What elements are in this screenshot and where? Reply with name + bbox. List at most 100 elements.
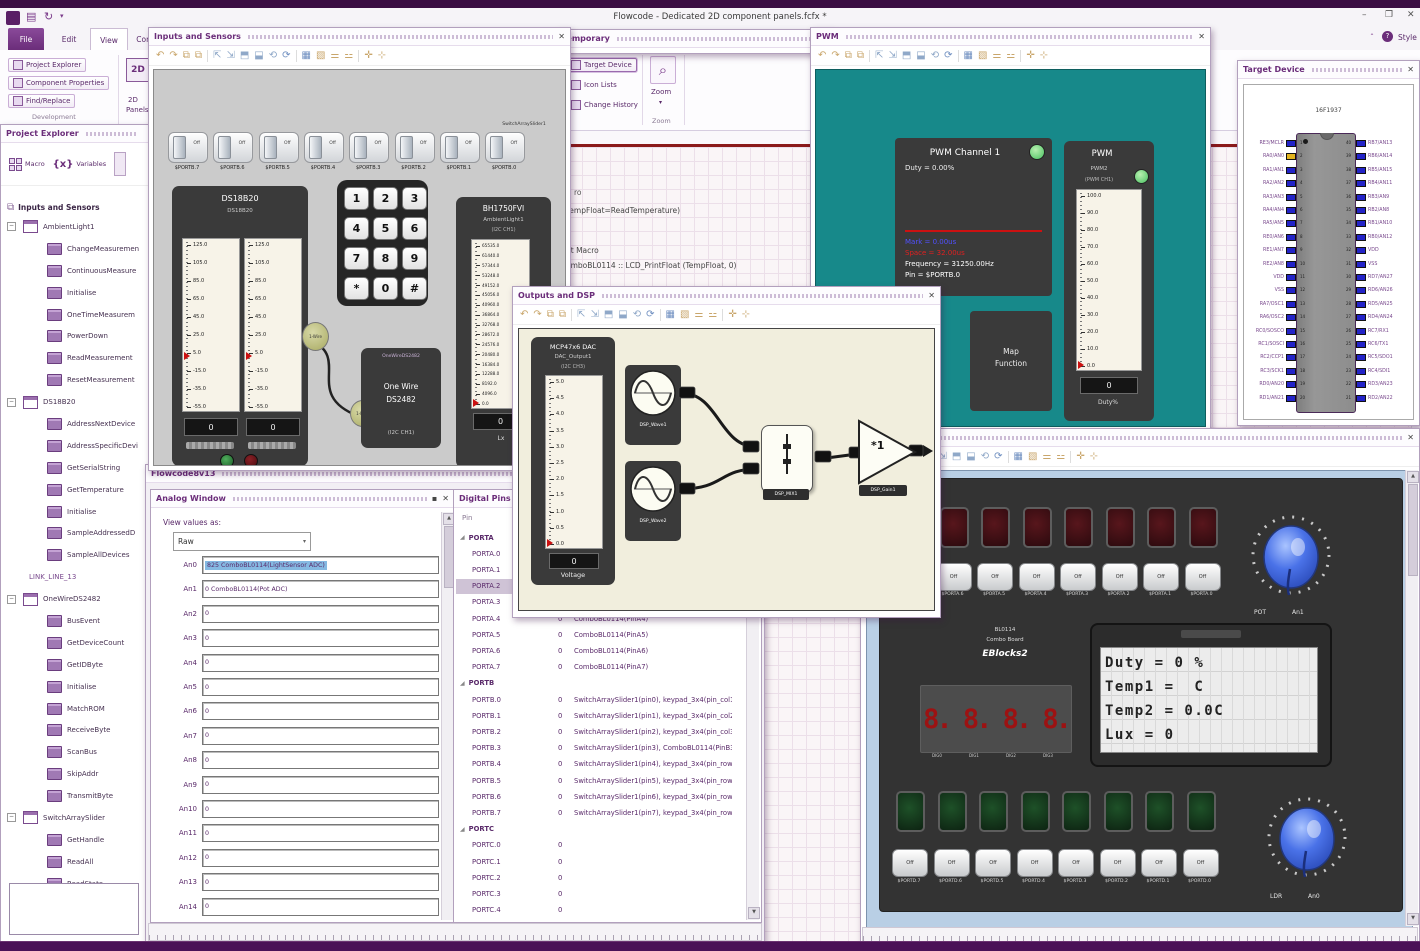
tree-macro-item[interactable]: Initialise bbox=[1, 501, 148, 523]
tree-macro-item[interactable]: BusEvent bbox=[1, 610, 148, 632]
chip-pin-left[interactable]: RE2/AN8 bbox=[1244, 260, 1296, 268]
port-button[interactable]: Off bbox=[1016, 849, 1053, 877]
pot-knob[interactable] bbox=[1248, 509, 1334, 609]
temporary-title[interactable]: Temporary✕ bbox=[557, 30, 833, 48]
chip-pin-right[interactable]: VSS bbox=[1356, 260, 1412, 268]
eblocks-hscrollbar-ruler[interactable] bbox=[862, 927, 1418, 942]
port-button[interactable]: Off bbox=[933, 849, 970, 877]
toolbar-icon-6[interactable]: ⬒ bbox=[952, 451, 961, 462]
analog-value-field[interactable]: 0 bbox=[202, 873, 439, 892]
keypad-key-4[interactable]: 4 bbox=[344, 217, 369, 240]
toolbar-icon-9[interactable]: ⟳ bbox=[646, 309, 654, 320]
digital-pin-row[interactable]: PORTB.2 0 SwitchArraySlider1(pin2), keypad… bbox=[456, 724, 732, 739]
toggle-switch[interactable]: Off bbox=[439, 132, 480, 163]
tree-macro-item[interactable]: ReadAll bbox=[1, 851, 148, 873]
toolbar-icon-12[interactable]: ⚌ bbox=[992, 50, 1001, 61]
chip-pin-left[interactable]: RE3/MCLR bbox=[1244, 140, 1296, 147]
chip-pin-left[interactable]: RC0/SOSCO bbox=[1244, 327, 1296, 335]
toolbar-icon-7[interactable]: ⬓ bbox=[916, 50, 925, 61]
chip-pin-left[interactable]: RC2/CCP1 bbox=[1244, 354, 1296, 362]
ldr-knob[interactable] bbox=[1264, 791, 1350, 891]
analog-value-field[interactable]: 0 bbox=[202, 726, 439, 745]
toolbar-icon-11[interactable]: ▧ bbox=[978, 50, 987, 61]
analog-value-field[interactable]: 0 bbox=[202, 702, 439, 721]
close-icon[interactable]: ✕ bbox=[928, 291, 935, 300]
eblocks-toolbar[interactable]: ↶↷⧉⧉⇱⇲⬒⬓⟲⟳▦▧⚌⚍✛⊹ bbox=[861, 447, 1419, 467]
change-history-toggle[interactable]: Change History bbox=[566, 95, 643, 114]
tree-macro-item[interactable]: AddressNextDevice bbox=[1, 413, 148, 435]
chip-pin-left[interactable]: RA1/AN1 bbox=[1244, 166, 1296, 174]
tab-file[interactable]: File bbox=[8, 28, 44, 50]
analog-value-field[interactable]: 825 ComboBL0114(LightSensor ADC) bbox=[202, 556, 439, 574]
toolbar-icon-7[interactable]: ⬓ bbox=[618, 309, 627, 320]
chip-pin-right[interactable]: RB2/AN8 bbox=[1356, 207, 1412, 214]
toolbar-icon-5[interactable]: ⇲ bbox=[888, 50, 896, 61]
digital-pin-row[interactable]: PORTB.1 0 SwitchArraySlider1(pin1), keypad… bbox=[456, 708, 732, 723]
drag-handle[interactable] bbox=[845, 35, 1194, 39]
undo-refresh-icon[interactable]: ↻ bbox=[44, 10, 53, 23]
toolbar-icon-0[interactable]: ↶ bbox=[520, 309, 528, 320]
digital-pin-row[interactable]: PORTC.4 0 bbox=[456, 903, 732, 918]
chip-pin-right[interactable]: RD4/AN24 bbox=[1356, 314, 1412, 322]
eblocks-vscrollbar[interactable]: ▲ ▼ bbox=[1405, 470, 1419, 926]
expander-icon[interactable]: − bbox=[7, 594, 16, 604]
close-button[interactable]: ✕ bbox=[1407, 10, 1415, 20]
macro-tool[interactable]: Macro bbox=[9, 157, 45, 171]
close-icon[interactable]: ✕ bbox=[558, 32, 565, 41]
chip-pin-left[interactable]: RE0/AN6 bbox=[1244, 233, 1296, 241]
keypad-key-9[interactable]: 9 bbox=[402, 247, 427, 270]
toolbar-icon-11[interactable]: ▧ bbox=[1028, 451, 1037, 462]
outputs-canvas[interactable]: MCP47x6 DAC DAC_Output1 (I2C CH3) 5.0 4.5… bbox=[518, 328, 935, 611]
ds18b20-scale-1[interactable]: 125.0 105.0 85.0 65.0 45.0 25.0 5.0 -15.0 -35.0 -… bbox=[182, 238, 240, 412]
digital-pin-row[interactable]: PORTB.3 0 SwitchArraySlider1(pin3), ComboB… bbox=[456, 741, 732, 756]
chip-pin-left[interactable]: RA2/AN2 bbox=[1244, 180, 1296, 188]
save-icon[interactable]: ▤ bbox=[26, 10, 36, 23]
keypad-key-7[interactable]: 7 bbox=[344, 247, 369, 270]
chip-pin-right[interactable]: RD5/AN25 bbox=[1356, 300, 1412, 308]
toolbar-icon-5[interactable]: ⇲ bbox=[226, 50, 234, 61]
digital-group-row[interactable]: ◢ PORTC bbox=[456, 822, 732, 837]
tab-edit[interactable]: Edit bbox=[52, 28, 86, 50]
drag-handle[interactable] bbox=[601, 294, 924, 298]
tree-component-item[interactable]: − OneWireDS2482 bbox=[1, 588, 148, 610]
tree-macro-item[interactable]: GetHandle bbox=[1, 829, 148, 851]
project-explorer-title[interactable]: Project Explorer bbox=[1, 125, 148, 143]
analog-value-field[interactable]: 0 bbox=[202, 751, 439, 770]
chip-pin-left[interactable]: RA5/AN5 bbox=[1244, 220, 1296, 228]
toolbar-icon-3[interactable]: ⧉ bbox=[195, 50, 202, 61]
toggle-switch[interactable]: Off bbox=[303, 132, 344, 163]
toolbar-icon-15[interactable]: ⊹ bbox=[1090, 451, 1098, 462]
view-values-dropdown[interactable]: Raw ▾ bbox=[173, 532, 311, 551]
tab-view[interactable]: View bbox=[90, 28, 128, 51]
zoom-button-label[interactable]: Zoom bbox=[651, 88, 671, 96]
chip-pin-left[interactable]: RA3/AN3 bbox=[1244, 193, 1296, 201]
drag-handle[interactable] bbox=[232, 497, 427, 501]
analog-value-field[interactable]: 0 bbox=[202, 678, 439, 696]
toggle-switch[interactable]: Off bbox=[485, 132, 526, 163]
close-icon[interactable]: ✕ bbox=[1198, 32, 1205, 41]
toolbar-icon-1[interactable]: ↷ bbox=[533, 309, 541, 320]
clipped-tool-icon[interactable] bbox=[114, 152, 127, 176]
drag-handle[interactable] bbox=[85, 132, 138, 136]
toolbar-icon-12[interactable]: ⚌ bbox=[1042, 451, 1051, 462]
digital-pin-row[interactable]: PORTC.2 0 bbox=[456, 870, 732, 885]
chip-pin-right[interactable]: RD3/AN23 bbox=[1356, 381, 1412, 389]
tree-macro-item[interactable]: MatchROM bbox=[1, 698, 148, 720]
eblocks-title[interactable]: ✕ bbox=[861, 429, 1419, 447]
chip-pin-right[interactable]: RB3/AN9 bbox=[1356, 193, 1412, 201]
collapse-ribbon-icon[interactable]: ˆ bbox=[1370, 33, 1374, 42]
chip-pin-left[interactable]: VSS bbox=[1244, 287, 1296, 295]
toolbar-icon-3[interactable]: ⧉ bbox=[857, 50, 864, 61]
toolbar-icon-4[interactable]: ⇱ bbox=[875, 50, 883, 61]
toolbar-icon-6[interactable]: ⬒ bbox=[902, 50, 911, 61]
eblocks-canvas[interactable]: Off$PORTA.7Off$PORTA.6Off$PORTA.5Off$POR… bbox=[866, 470, 1413, 928]
chip-pin-right[interactable]: RD2/AN22 bbox=[1356, 394, 1412, 402]
tree-macro-item[interactable]: GetDeviceCount bbox=[1, 632, 148, 654]
analog-window-title[interactable]: Analog Window ▪ ✕ bbox=[151, 490, 454, 508]
chip-pin-left[interactable]: RD1/AN21 bbox=[1244, 394, 1296, 402]
toolbar-icon-15[interactable]: ⊹ bbox=[378, 50, 386, 61]
analog-value-field[interactable]: 0 bbox=[202, 629, 439, 648]
outputs-dsp-title[interactable]: Outputs and DSP ✕ bbox=[513, 287, 940, 305]
close-icon[interactable]: ✕ bbox=[1407, 65, 1414, 74]
tree-link-item[interactable]: LINK_LINE_13 bbox=[1, 566, 148, 588]
